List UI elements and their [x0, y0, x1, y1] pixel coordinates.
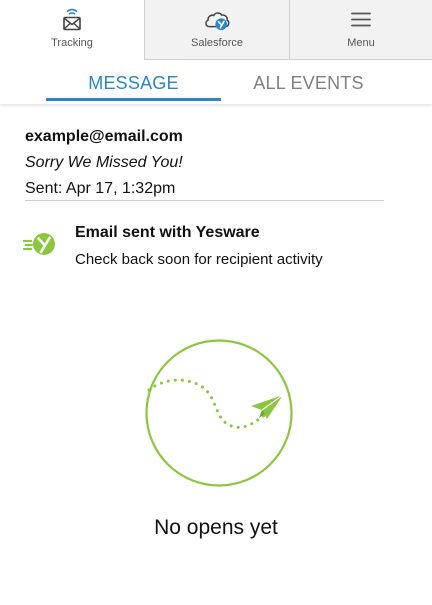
- active-tab-indicator: [46, 98, 221, 101]
- tracking-app: Tracking Salesforce Menu MESSAGE ALL EVE…: [0, 0, 432, 605]
- hamburger-menu-icon: [346, 6, 376, 34]
- yesware-icon: [22, 230, 58, 258]
- tracking-envelope-icon: [57, 6, 87, 34]
- sent-timestamp: Sent: Apr 17, 1:32pm: [25, 180, 176, 197]
- nav-tracking-label: Tracking: [51, 37, 93, 49]
- details-divider: [25, 200, 384, 201]
- nav-salesforce[interactable]: Salesforce: [145, 0, 290, 60]
- tab-message[interactable]: MESSAGE: [46, 73, 221, 94]
- tab-all-events[interactable]: ALL EVENTS: [221, 73, 396, 94]
- no-opens-message: No opens yet: [154, 516, 278, 539]
- message-subject: Sorry We Missed You!: [25, 154, 183, 171]
- nav-tracking[interactable]: Tracking: [0, 0, 145, 60]
- salesforce-cloud-icon: [202, 6, 232, 34]
- status-subtitle: Check back soon for recipient activity: [75, 251, 323, 268]
- status-title: Email sent with Yesware: [75, 224, 260, 241]
- top-navigation: Tracking Salesforce Menu: [0, 0, 432, 60]
- nav-menu[interactable]: Menu: [290, 0, 432, 60]
- recipient-email: example@email.com: [25, 128, 183, 145]
- nav-menu-label: Menu: [347, 37, 375, 49]
- message-details: example@email.com Sorry We Missed You! S…: [25, 124, 385, 202]
- nav-salesforce-label: Salesforce: [191, 37, 243, 49]
- send-status: Email sent with Yesware Check back soon …: [22, 222, 422, 272]
- message-tabs: MESSAGE ALL EVENTS: [0, 60, 432, 104]
- paper-plane-icon: [143, 337, 295, 489]
